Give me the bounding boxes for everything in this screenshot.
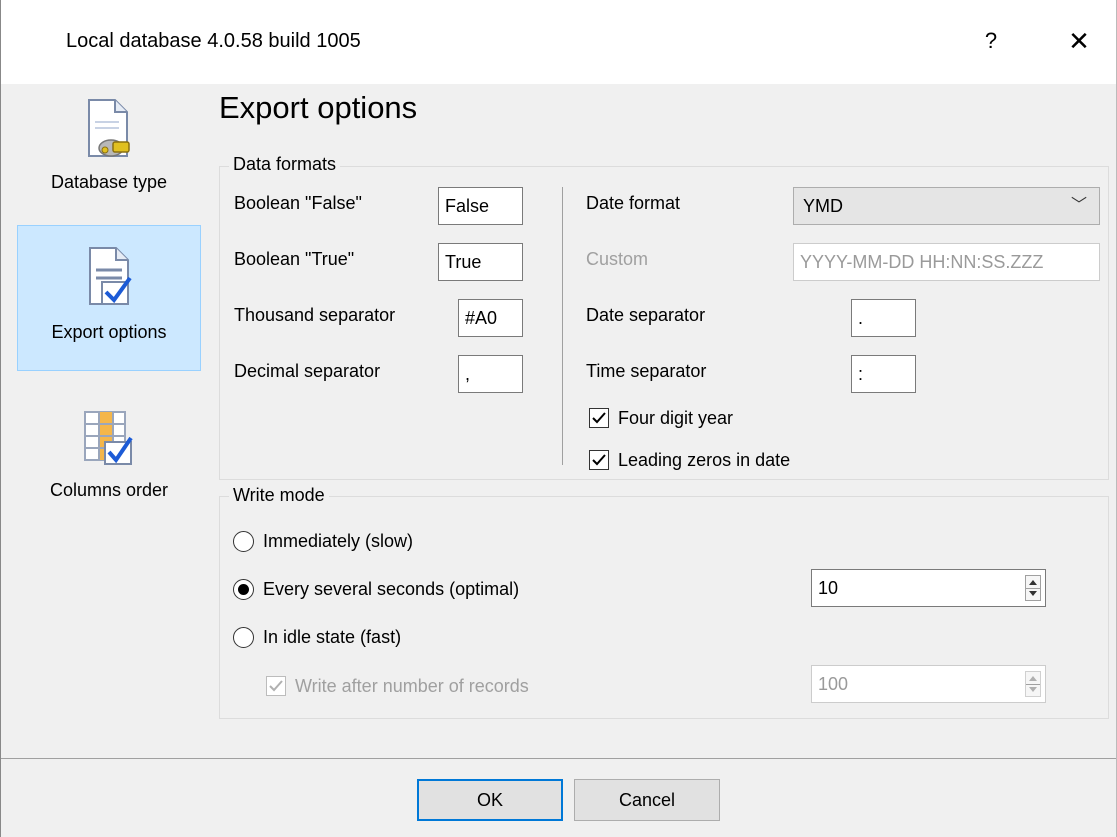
spin-arrows-icon[interactable] [1025, 575, 1041, 601]
ok-button[interactable]: OK [417, 779, 563, 821]
checkmark-icon [592, 412, 606, 424]
date-format-value: YMD [803, 196, 843, 216]
dialog-window: Local database 4.0.58 build 1005 ? ✕ Dat… [0, 0, 1117, 837]
decimal-separator-label: Decimal separator [234, 361, 381, 381]
write-mode-group-label: Write mode [229, 485, 329, 506]
seconds-value: 10 [818, 578, 839, 598]
write-after-records-label: Write after number of records [295, 676, 529, 696]
vertical-divider [562, 187, 563, 465]
custom-format-field[interactable]: YYYY-MM-DD HH:NN:SS.ZZZ [793, 243, 1100, 281]
boolean-true-field[interactable]: True [438, 243, 523, 281]
date-format-select[interactable]: YMD ﹀ [793, 187, 1100, 225]
time-separator-field[interactable]: : [851, 355, 916, 393]
cancel-button[interactable]: Cancel [574, 779, 720, 821]
sidebar-item-label: Database type [50, 172, 168, 192]
footer-divider [1, 758, 1116, 759]
sidebar: Database type Export options Columns ord… [1, 84, 211, 754]
data-formats-group-label: Data formats [229, 154, 341, 175]
immediately-radio[interactable] [233, 531, 254, 552]
four-digit-year-checkbox[interactable] [589, 408, 609, 428]
write-after-records-checkbox[interactable] [266, 676, 286, 696]
window-title: Local database 4.0.58 build 1005 [66, 30, 361, 52]
leading-zeros-label: Leading zeros in date [618, 450, 791, 470]
date-separator-field[interactable]: . [851, 299, 916, 337]
sidebar-item-label: Export options [51, 322, 167, 342]
boolean-false-label: Boolean "False" [234, 193, 362, 213]
records-spinbox[interactable]: 100 [811, 665, 1046, 703]
sidebar-item-label: Columns order [49, 480, 169, 500]
four-digit-year-label: Four digit year [618, 408, 734, 428]
decimal-separator-field[interactable]: , [458, 355, 523, 393]
database-plug-icon [83, 98, 133, 158]
radio-selected-dot [238, 584, 249, 595]
idle-state-radio[interactable] [233, 627, 254, 648]
seconds-spinbox[interactable]: 10 [811, 569, 1046, 607]
date-separator-label: Date separator [586, 305, 706, 325]
chevron-down-icon: ﹀ [1070, 197, 1087, 214]
sidebar-item-export-options[interactable]: Export options [17, 225, 201, 371]
leading-zeros-checkbox[interactable] [589, 450, 609, 470]
grid-checkmark-icon [83, 410, 133, 470]
spin-arrows-icon[interactable] [1025, 671, 1041, 697]
checkmark-icon [592, 454, 606, 466]
records-value: 100 [818, 674, 849, 694]
custom-label: Custom [586, 249, 649, 269]
boolean-true-label: Boolean "True" [234, 249, 355, 269]
time-separator-label: Time separator [586, 361, 707, 381]
sidebar-item-columns-order[interactable]: Columns order [17, 406, 201, 552]
idle-state-label: In idle state (fast) [263, 627, 402, 647]
thousand-separator-label: Thousand separator [234, 305, 396, 325]
document-checkmark-icon [84, 246, 134, 306]
help-button[interactable]: ? [976, 24, 1006, 58]
boolean-false-field[interactable]: False [438, 187, 523, 225]
thousand-separator-field[interactable]: #A0 [458, 299, 523, 337]
close-button[interactable]: ✕ [1059, 24, 1099, 58]
page-title: Export options [219, 90, 418, 125]
title-bar: Local database 4.0.58 build 1005 ? ✕ [1, 0, 1116, 84]
every-several-seconds-label: Every several seconds (optimal) [263, 579, 520, 599]
every-several-seconds-radio[interactable] [233, 579, 254, 600]
sidebar-item-database-type[interactable]: Database type [17, 84, 201, 230]
date-format-label: Date format [586, 193, 681, 213]
immediately-label: Immediately (slow) [263, 531, 414, 551]
checkmark-icon [269, 680, 283, 692]
